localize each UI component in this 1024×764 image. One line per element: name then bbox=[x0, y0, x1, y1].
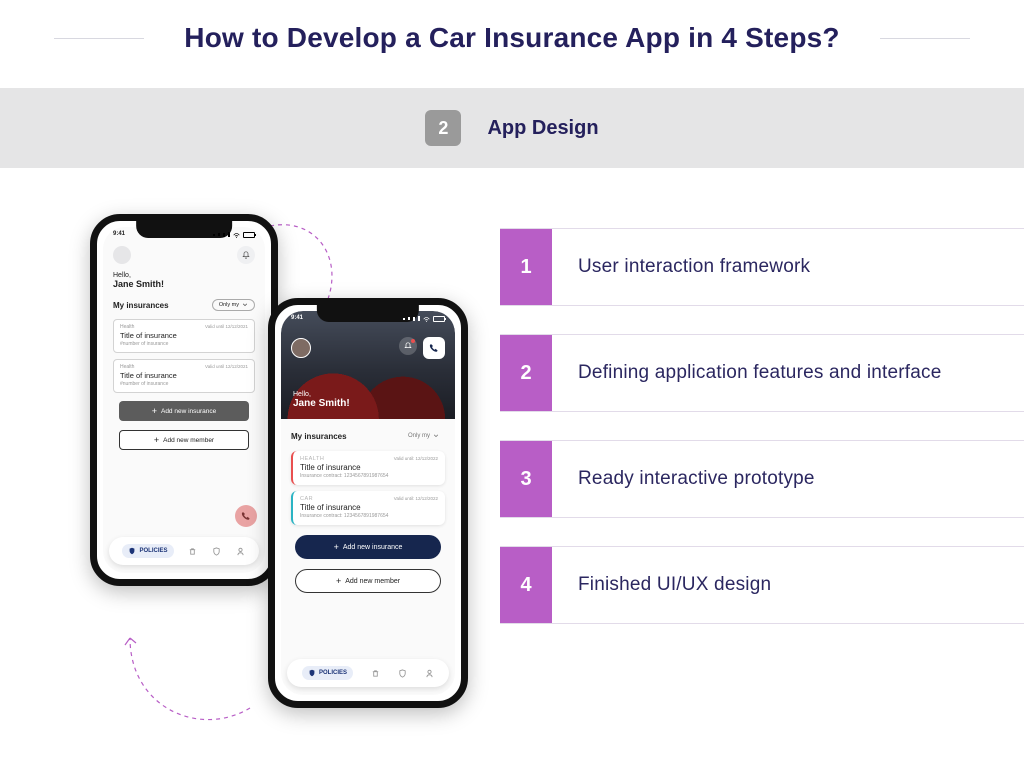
card-title: Title of insurance bbox=[120, 371, 248, 380]
step-number: 4 bbox=[500, 547, 552, 623]
step-number: 1 bbox=[500, 229, 552, 305]
insurance-card[interactable]: Valid until: 12/12/2022 HEALTH Title of … bbox=[291, 451, 445, 485]
phone-icon bbox=[241, 511, 251, 521]
bell-icon bbox=[404, 342, 412, 350]
button-label: Add new insurance bbox=[161, 408, 216, 415]
add-member-button[interactable]: + Add new member bbox=[295, 569, 441, 593]
greeting-label: Hello, bbox=[113, 272, 255, 279]
greeting: Hello, Jane Smith! bbox=[103, 268, 265, 291]
tab-policies[interactable]: POLICIES bbox=[122, 544, 173, 558]
add-member-button[interactable]: + Add new member bbox=[119, 430, 249, 450]
tab-trash[interactable] bbox=[188, 547, 197, 556]
card-valid: Valid until: 12/12/2022 bbox=[394, 496, 438, 501]
current-step-label: App Design bbox=[487, 117, 598, 140]
step-item: 2 Defining application features and inte… bbox=[500, 334, 1024, 412]
card-subtitle: #number of insurance bbox=[120, 341, 248, 347]
card-title: Title of insurance bbox=[300, 463, 438, 472]
call-button[interactable] bbox=[423, 337, 445, 359]
phone-mockup-final: 9:41 bbox=[268, 298, 468, 708]
step-text: Defining application features and interf… bbox=[552, 335, 1024, 411]
filter-label: Only my bbox=[219, 302, 239, 308]
curved-arrow-icon bbox=[110, 588, 260, 728]
card-valid: Valid until: 12/12/2022 bbox=[394, 456, 438, 461]
card-subtitle: #number of insurance bbox=[120, 381, 248, 387]
section-title: My insurances bbox=[291, 432, 347, 441]
card-title: Title of insurance bbox=[120, 331, 248, 340]
button-label: Add new insurance bbox=[343, 544, 403, 551]
card-title: Title of insurance bbox=[300, 503, 438, 512]
filter-pill[interactable]: Only my bbox=[402, 431, 445, 441]
notifications-button[interactable] bbox=[237, 246, 255, 264]
avatar[interactable] bbox=[291, 338, 311, 358]
step-item: 4 Finished UI/UX design bbox=[500, 546, 1024, 624]
filter-label: Only my bbox=[408, 433, 430, 439]
rule-left bbox=[54, 38, 144, 39]
status-icons bbox=[403, 315, 445, 322]
insurance-card[interactable]: Valid until 12/12/2021 Health Title of i… bbox=[113, 319, 255, 353]
current-step-number: 2 bbox=[425, 110, 461, 146]
step-text: Finished UI/UX design bbox=[552, 547, 1024, 623]
insurance-card[interactable]: Valid until 12/12/2021 Health Title of i… bbox=[113, 359, 255, 393]
step-number: 3 bbox=[500, 441, 552, 517]
status-time: 9:41 bbox=[291, 315, 303, 322]
bell-icon bbox=[242, 251, 250, 259]
tab-profile[interactable] bbox=[425, 669, 434, 678]
step-number: 2 bbox=[500, 335, 552, 411]
insurance-card[interactable]: Valid until: 12/12/2022 CAR Title of ins… bbox=[291, 491, 445, 525]
steps-list: 1 User interaction framework 2 Defining … bbox=[500, 198, 1024, 718]
add-insurance-button[interactable]: + Add new insurance bbox=[119, 401, 249, 421]
add-insurance-button[interactable]: + Add new insurance bbox=[295, 535, 441, 559]
tab-claims[interactable] bbox=[212, 547, 221, 556]
shield-icon bbox=[128, 547, 136, 555]
tab-profile[interactable] bbox=[236, 547, 245, 556]
button-label: Add new member bbox=[163, 437, 214, 444]
trash-icon bbox=[188, 547, 197, 556]
card-valid: Valid until 12/12/2021 bbox=[205, 324, 248, 329]
user-icon bbox=[236, 547, 245, 556]
status-bar: 9:41 bbox=[281, 311, 455, 324]
chevron-down-icon bbox=[242, 302, 248, 308]
step-text: Ready interactive prototype bbox=[552, 441, 1024, 517]
current-step-banner: 2 App Design bbox=[0, 88, 1024, 168]
shield-outline-icon bbox=[212, 547, 221, 556]
notifications-button[interactable] bbox=[399, 337, 417, 355]
card-valid: Valid until 12/12/2021 bbox=[205, 364, 248, 369]
mockups-area: 9:41 Hello, Jane Smith! bbox=[0, 198, 500, 718]
greeting-name: Jane Smith! bbox=[293, 398, 350, 409]
chevron-down-icon bbox=[433, 433, 439, 439]
shield-outline-icon bbox=[398, 669, 407, 678]
filter-pill[interactable]: Only my bbox=[212, 299, 255, 311]
button-label: Add new member bbox=[345, 578, 400, 585]
tab-policies[interactable]: POLICIES bbox=[302, 666, 353, 680]
trash-icon bbox=[371, 669, 380, 678]
phone-icon bbox=[429, 343, 439, 353]
avatar[interactable] bbox=[113, 246, 131, 264]
status-icons bbox=[213, 231, 255, 238]
tab-bar: POLICIES bbox=[109, 537, 259, 565]
hero-header: 9:41 bbox=[281, 311, 455, 419]
tab-trash[interactable] bbox=[371, 669, 380, 678]
step-item: 1 User interaction framework bbox=[500, 228, 1024, 306]
greeting-name: Jane Smith! bbox=[113, 279, 255, 289]
page-header: How to Develop a Car Insurance App in 4 … bbox=[0, 22, 1024, 54]
rule-right bbox=[880, 38, 970, 39]
card-subtitle: Insurance contract: 1234567891987654 bbox=[300, 473, 438, 479]
greeting: Hello, Jane Smith! bbox=[293, 391, 350, 409]
card-subtitle: Insurance contract: 1234567891987654 bbox=[300, 513, 438, 519]
step-text: User interaction framework bbox=[552, 229, 1024, 305]
tab-claims[interactable] bbox=[398, 669, 407, 678]
tab-label: POLICIES bbox=[139, 548, 167, 554]
tab-bar: POLICIES bbox=[287, 659, 449, 687]
status-bar: 9:41 bbox=[103, 227, 265, 240]
tab-label: POLICIES bbox=[319, 670, 347, 676]
greeting-label: Hello, bbox=[293, 391, 350, 398]
call-fab[interactable] bbox=[235, 505, 257, 527]
section-title: My insurances bbox=[113, 301, 169, 310]
phone-mockup-wireframe: 9:41 Hello, Jane Smith! bbox=[90, 214, 278, 586]
step-item: 3 Ready interactive prototype bbox=[500, 440, 1024, 518]
shield-icon bbox=[308, 669, 316, 677]
user-icon bbox=[425, 669, 434, 678]
page-title: How to Develop a Car Insurance App in 4 … bbox=[184, 22, 839, 54]
status-time: 9:41 bbox=[113, 231, 125, 238]
